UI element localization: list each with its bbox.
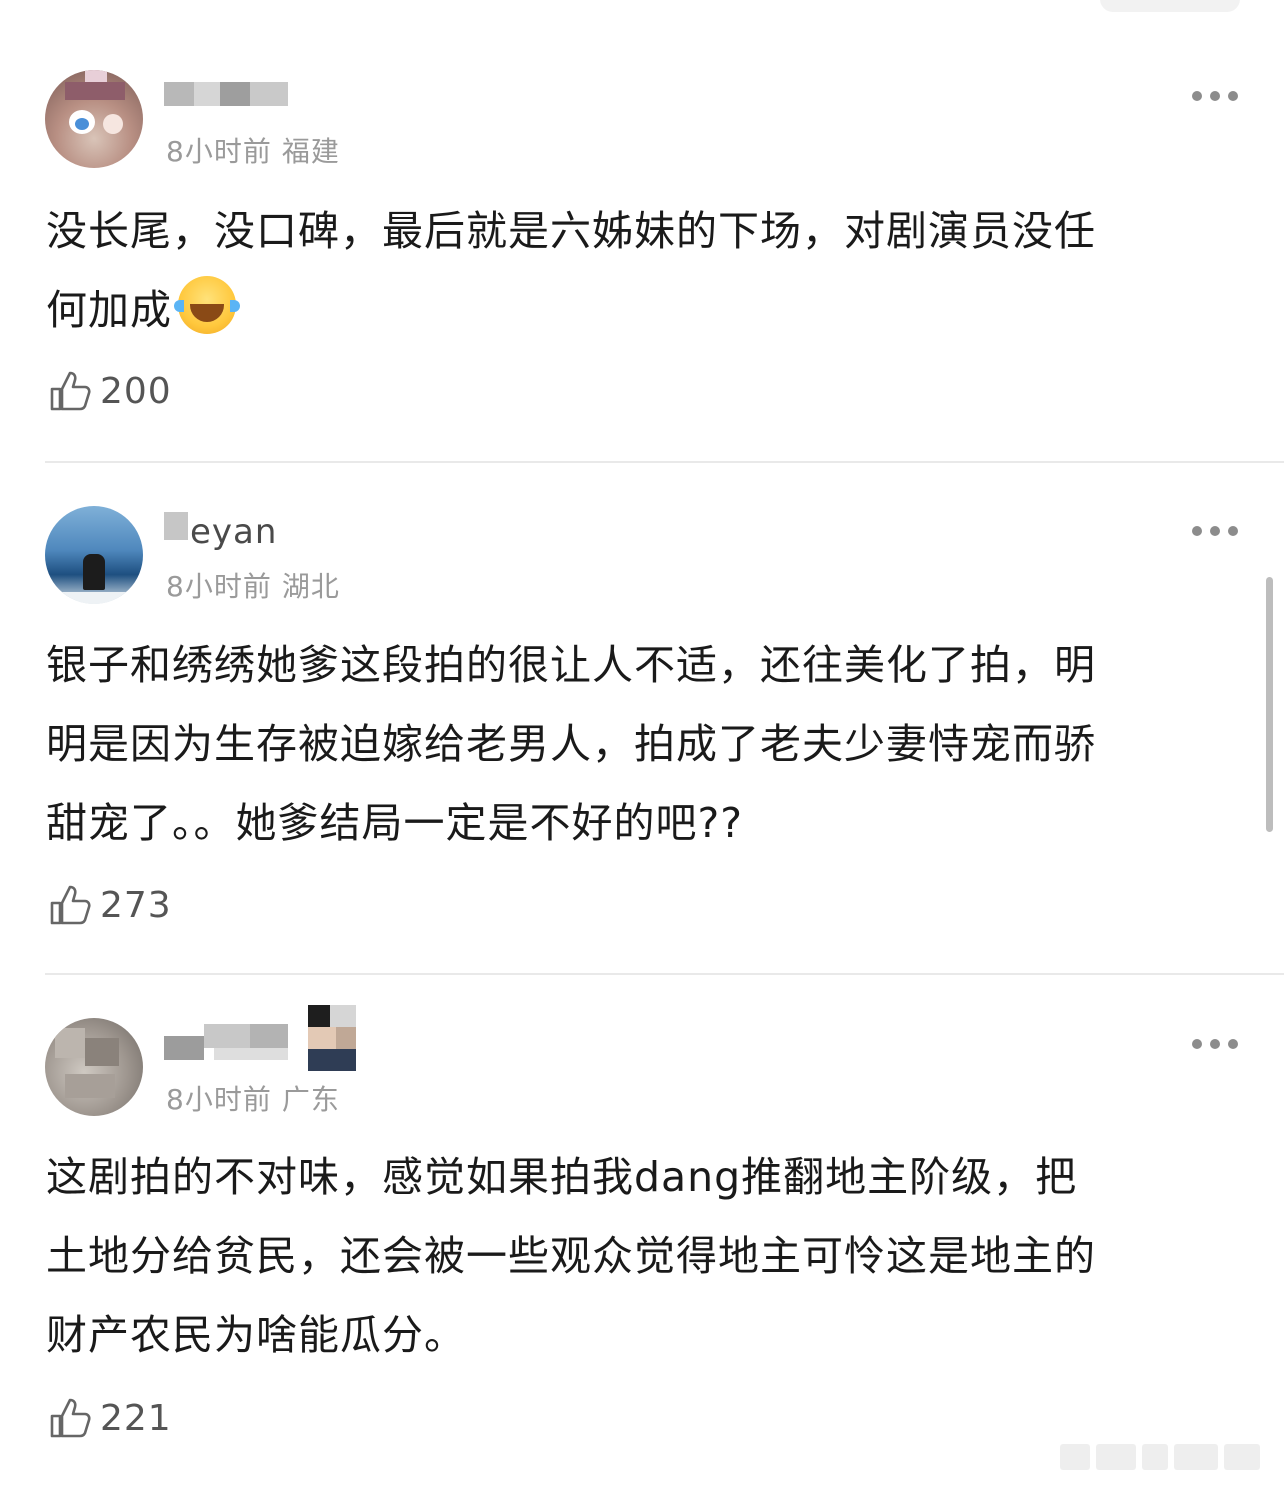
avatar[interactable]	[45, 506, 143, 604]
more-dots-icon[interactable]	[1192, 91, 1238, 101]
comment-meta: 8小时前 福建	[166, 130, 340, 170]
divider	[45, 461, 1284, 463]
username-mosaic	[164, 1024, 288, 1060]
like-count: 273	[100, 884, 172, 926]
comment-location: 广东	[281, 1083, 340, 1116]
more-dots-icon[interactable]	[1192, 1039, 1238, 1049]
divider	[45, 973, 1284, 975]
like-count: 200	[100, 370, 172, 412]
thumbs-up-icon	[50, 371, 91, 411]
comment-time: 8小时前	[166, 570, 272, 603]
comment-meta: 8小时前 广东	[166, 1078, 340, 1118]
like-button[interactable]: 221	[48, 1395, 172, 1441]
thumbs-up-icon	[50, 885, 91, 925]
username-mosaic	[164, 512, 188, 540]
comment-time: 8小时前	[166, 135, 272, 168]
avatar[interactable]	[45, 1018, 143, 1116]
comment-time: 8小时前	[166, 1083, 272, 1116]
more-dots-icon[interactable]	[1192, 526, 1238, 536]
badge-mosaic	[308, 1005, 358, 1071]
username-mosaic	[164, 82, 288, 108]
top-pill	[1100, 0, 1240, 12]
avatar[interactable]	[45, 70, 143, 168]
scrollbar[interactable]	[1266, 577, 1273, 832]
comment-location: 福建	[281, 135, 340, 168]
username[interactable]: eyan	[190, 512, 277, 552]
comment-text: 没长尾，没口碑，最后就是六姊妹的下场，对剧演员没任 何加成	[46, 192, 1246, 350]
comment-text: 这剧拍的不对味，感觉如果拍我dang推翻地主阶级，把 土地分给贫民，还会被一些观…	[46, 1153, 1096, 1359]
comment-text: 银子和绣绣她爹这段拍的很让人不适，还往美化了拍，明 明是因为生存被迫嫁给老男人，…	[46, 641, 1096, 847]
laughing-crying-emoji-icon	[174, 276, 240, 334]
watermark	[1060, 1440, 1270, 1474]
thumbs-up-icon	[50, 1398, 91, 1438]
like-button[interactable]: 200	[48, 368, 172, 414]
comment-location: 湖北	[281, 570, 340, 603]
like-count: 221	[100, 1397, 172, 1439]
like-button[interactable]: 273	[48, 882, 172, 928]
comment-meta: 8小时前 湖北	[166, 565, 340, 605]
